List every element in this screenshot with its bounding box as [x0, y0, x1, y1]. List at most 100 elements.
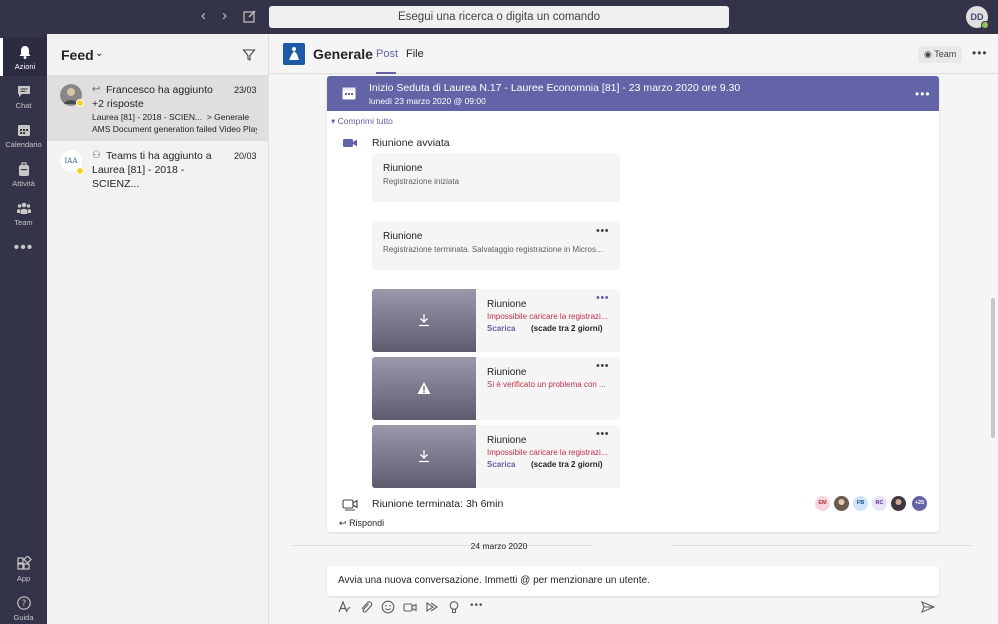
more-participants-badge[interactable]: +25 — [912, 496, 927, 511]
more-options-icon[interactable]: ••• — [596, 428, 609, 440]
recording-thumbnail[interactable] — [372, 289, 476, 352]
participant-avatar[interactable]: FB — [853, 496, 868, 511]
recording-error: Si è verificato un problema con ... — [487, 380, 606, 389]
recording-card[interactable]: Riunione Impossibile caricare la registr… — [372, 289, 620, 352]
more-options-icon[interactable]: ••• — [596, 360, 609, 372]
feed-item[interactable]: ↩ Francesco ha aggiunto +2 risposte 23/0… — [47, 75, 269, 141]
app-bar-more-button[interactable]: ••• — [0, 233, 47, 271]
notification-badge — [76, 99, 84, 107]
back-arrow-icon[interactable]: ‹ — [201, 8, 206, 24]
tab-file[interactable]: File — [406, 48, 424, 60]
team-button[interactable]: ◉ Team — [918, 46, 962, 63]
app-bar-label: Team — [14, 218, 33, 227]
meeting-started-text: Riunione avviata — [372, 137, 450, 149]
recording-title: Riunione — [487, 299, 527, 310]
meeting-ended-icon — [342, 499, 358, 511]
participant-avatar[interactable] — [834, 496, 849, 511]
forward-arrow-icon[interactable]: › — [222, 8, 227, 24]
tab-post[interactable]: Post — [376, 48, 398, 60]
team-button-label: Team — [934, 49, 957, 59]
scrollbar[interactable] — [991, 298, 995, 438]
meeting-ended-text: Riunione terminata: 3h 6min — [372, 498, 504, 510]
reply-label: Rispondi — [349, 518, 385, 528]
app-bar-label: Azioni — [14, 62, 36, 71]
title-bar: ‹ › Esegui una ricerca o digita un coman… — [0, 0, 998, 34]
reply-button[interactable]: ↩ Rispondi — [339, 518, 384, 529]
bell-icon — [19, 46, 31, 59]
stream-icon[interactable] — [425, 600, 439, 614]
participant-avatar[interactable] — [891, 496, 906, 511]
more-horizontal-icon: ••• — [13, 239, 34, 256]
filter-icon[interactable] — [242, 48, 256, 62]
meeting-post-header: Inizio Seduta di Laurea N.17 - Lauree Ec… — [327, 76, 939, 111]
chevron-down-icon[interactable]: ⌄ — [95, 48, 103, 59]
feed-item-channel: > Generale — [206, 112, 250, 122]
praise-icon[interactable] — [447, 600, 461, 614]
app-bar-label: Attività — [12, 179, 35, 188]
download-link[interactable]: Scarica — [487, 460, 515, 469]
app-bar-item-activity[interactable]: Azioni — [0, 38, 47, 76]
new-chat-icon[interactable] — [243, 9, 257, 23]
more-options-icon[interactable]: ••• — [596, 292, 609, 304]
download-link[interactable]: Scarica — [487, 324, 515, 333]
feed-pane: Feed ⌄ ↩ Francesco ha aggiunto +2 rispos… — [47, 34, 269, 624]
more-options-icon[interactable]: ••• — [915, 87, 931, 101]
recording-card[interactable]: Riunione Si è verificato un problema con… — [372, 357, 620, 420]
app-bar-item-teams[interactable]: Team — [0, 194, 47, 232]
recording-error: Impossibile caricare la registrazi... — [487, 448, 608, 457]
participant-avatar[interactable]: RC — [872, 496, 887, 511]
calendar-icon — [342, 87, 356, 100]
backpack-icon — [18, 162, 29, 176]
feed-title[interactable]: Feed — [61, 47, 94, 63]
reply-icon: ↩ — [339, 518, 347, 528]
user-avatar[interactable]: DD — [966, 6, 989, 29]
more-options-icon[interactable]: ••• — [470, 600, 484, 614]
expiry-text: (scade tra 2 giorni) — [531, 460, 603, 469]
avatar-photo — [891, 496, 906, 511]
notification-badge — [76, 167, 84, 175]
app-bar-label: Chat — [15, 101, 32, 110]
new-conversation-input[interactable]: Avvia una nuova conversazione. Immetti @… — [327, 566, 939, 596]
download-icon — [419, 450, 429, 463]
meeting-event-card[interactable]: Riunione Registrazione iniziata — [372, 153, 620, 202]
meeting-event-card[interactable]: Riunione Registrazione terminata. Salvat… — [372, 221, 620, 270]
recording-thumbnail[interactable] — [372, 357, 476, 420]
team-logo-icon[interactable] — [283, 43, 305, 65]
recording-error: Impossibile caricare la registrazi... — [487, 312, 608, 321]
feed-item-location: Laurea [81] - 2018 - SCIEN... > Generale — [92, 112, 257, 122]
attach-icon[interactable] — [359, 600, 373, 614]
meet-now-icon[interactable] — [403, 600, 417, 614]
search-input[interactable]: Esegui una ricerca o digita un comando — [269, 6, 729, 28]
collapse-all-link[interactable]: ▾ Comprimi tutto — [331, 116, 393, 127]
presence-available-icon — [981, 21, 989, 29]
app-bar-item-calendar[interactable]: Calendario — [0, 116, 47, 154]
event-subtitle: Registrazione terminata. Salvataggio reg… — [383, 245, 603, 254]
eye-icon: ◉ — [924, 49, 932, 59]
event-title: Riunione — [383, 231, 423, 242]
event-subtitle: Registrazione iniziata — [383, 177, 460, 186]
more-options-icon[interactable]: ••• — [972, 46, 988, 60]
send-icon[interactable] — [921, 600, 935, 614]
channel-name: Generale — [313, 46, 373, 62]
app-bar-label: Guida — [13, 613, 34, 622]
feed-item-team: Laurea [81] - 2018 - SCIEN... — [92, 112, 203, 122]
app-bar: Azioni Chat Calendario Attività Team •••… — [0, 34, 47, 624]
recording-card[interactable]: Riunione Impossibile caricare la registr… — [372, 425, 620, 488]
more-options-icon[interactable]: ••• — [596, 225, 609, 237]
app-bar-item-apps[interactable]: App — [0, 550, 47, 592]
feed-item[interactable]: IAA ⚇ Teams ti ha aggiunto a Laurea [81]… — [47, 141, 269, 190]
meeting-date: lunedì 23 marzo 2020 @ 09:00 — [369, 96, 486, 106]
app-bar-item-chat[interactable]: Chat — [0, 77, 47, 115]
recording-thumbnail[interactable] — [372, 425, 476, 488]
app-bar-item-assignments[interactable]: Attività — [0, 155, 47, 193]
app-bar-item-help[interactable]: ? Guida — [0, 589, 47, 624]
format-icon[interactable] — [337, 600, 351, 614]
recording-title: Riunione — [487, 435, 527, 446]
meeting-post: Inizio Seduta di Laurea N.17 - Lauree Ec… — [327, 76, 939, 532]
svg-text:IAA: IAA — [65, 157, 79, 165]
collapse-all-label: Comprimi tutto — [337, 116, 393, 126]
user-initials: DD — [970, 12, 984, 22]
teams-icon — [16, 202, 31, 214]
emoji-icon[interactable] — [381, 600, 395, 614]
participant-avatar[interactable]: EM — [815, 496, 830, 511]
